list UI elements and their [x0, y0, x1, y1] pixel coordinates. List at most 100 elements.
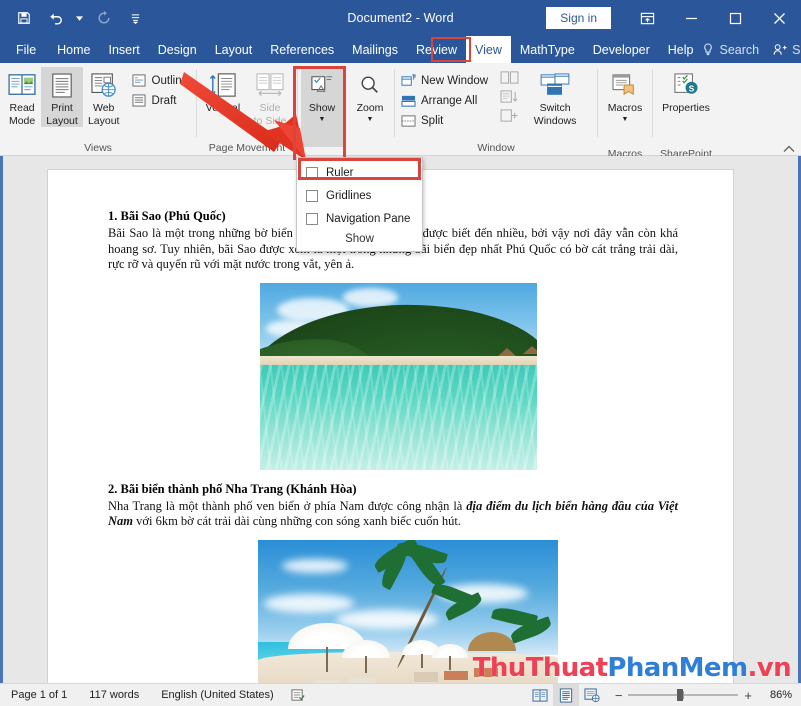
share-label: Share: [792, 42, 801, 57]
tab-view[interactable]: View: [466, 36, 511, 63]
macros-caret-icon[interactable]: ▼: [622, 116, 629, 124]
sign-in-button[interactable]: Sign in: [546, 7, 611, 29]
close-icon[interactable]: [757, 0, 801, 36]
read-mode-icon: [8, 70, 36, 100]
read-mode-button[interactable]: Read Mode: [3, 67, 41, 127]
ruler-checkbox[interactable]: [306, 166, 318, 179]
zoom-label: Zoom: [356, 102, 384, 114]
gridlines-label: Gridlines: [326, 189, 372, 202]
search-box[interactable]: Search: [702, 43, 759, 57]
zoom-button[interactable]: Zoom ▼: [349, 67, 391, 147]
vertical-button[interactable]: Vertical: [200, 67, 246, 115]
zoom-caret-icon[interactable]: ▼: [367, 116, 374, 124]
window-view-buttons: [499, 67, 519, 124]
new-window-button[interactable]: New Window: [398, 71, 493, 90]
macros-button[interactable]: Macros ▼: [601, 67, 649, 147]
outline-button[interactable]: Outline: [129, 71, 193, 90]
print-layout-view-button[interactable]: [552, 684, 579, 706]
arrange-all-button[interactable]: Arrange All: [398, 91, 493, 110]
language-indicator[interactable]: English (United States): [150, 689, 285, 701]
dropdown-item-navigation-pane[interactable]: Navigation Pane: [297, 207, 422, 230]
maximize-icon[interactable]: [713, 0, 757, 36]
reset-window-position-icon[interactable]: [499, 107, 519, 124]
web-layout-view-button[interactable]: [579, 684, 605, 706]
properties-button[interactable]: S Properties: [656, 67, 716, 147]
page-indicator[interactable]: Page 1 of 1: [0, 689, 78, 701]
vertical-label: Vertical: [205, 102, 241, 114]
tab-help[interactable]: Help: [659, 36, 703, 63]
switch-windows-button[interactable]: Switch Windows: [527, 67, 583, 127]
tab-review[interactable]: Review: [407, 36, 466, 63]
properties-icon: S: [672, 70, 700, 100]
zoom-level-label[interactable]: 86%: [758, 689, 792, 701]
dropdown-item-gridlines[interactable]: Gridlines: [297, 184, 422, 207]
read-mode-view-button[interactable]: [527, 684, 553, 706]
chevron-up-icon[interactable]: [783, 145, 795, 153]
tab-mailings[interactable]: Mailings: [343, 36, 407, 63]
ribbon-group-show: Show ▼: [298, 63, 346, 156]
minimize-icon[interactable]: [669, 0, 713, 36]
show-button[interactable]: Show ▼: [301, 67, 343, 147]
status-bar-right: − + 86%: [527, 684, 801, 706]
view-side-by-side-icon[interactable]: [499, 69, 519, 86]
ribbon-tabs: File Home Insert Design Layout Reference…: [0, 36, 801, 63]
zoom-control: − + 86%: [615, 688, 792, 703]
tab-developer[interactable]: Developer: [584, 36, 659, 63]
draft-button[interactable]: Draft: [129, 91, 193, 110]
tab-mathtype[interactable]: MathType: [511, 36, 584, 63]
draft-icon: [131, 93, 147, 108]
proofing-status-icon[interactable]: [285, 688, 311, 702]
section-2-body-post: với 6km bờ cát trải dài cùng những con s…: [133, 514, 461, 528]
site-watermark: ThuThuatPhanMem.vn: [473, 655, 792, 681]
read-mode-label-1: Read: [9, 102, 35, 114]
ribbon-options-icon[interactable]: [625, 0, 669, 36]
synchronous-scrolling-icon[interactable]: [499, 88, 519, 105]
print-layout-label-1: Print: [51, 102, 73, 114]
switch-windows-label-1: Switch: [539, 102, 571, 114]
search-icon: [702, 43, 714, 56]
outline-label: Outline: [151, 74, 188, 87]
word-count[interactable]: 117 words: [78, 689, 150, 701]
tab-layout[interactable]: Layout: [206, 36, 262, 63]
zoom-out-button[interactable]: −: [615, 688, 623, 703]
section-2-body-pre: Nha Trang là một thành phố ven biển ở ph…: [108, 498, 467, 513]
ruler-label: Ruler: [326, 166, 354, 179]
dropdown-item-ruler[interactable]: Ruler: [297, 161, 422, 184]
ribbon-group-sharepoint: S Properties SharePoint: [653, 63, 719, 160]
window-small-buttons: New Window Arrange All Split: [398, 67, 493, 130]
navigation-pane-checkbox[interactable]: [306, 212, 318, 225]
window-controls: Sign in: [546, 0, 801, 36]
show-caret-icon[interactable]: ▼: [319, 116, 326, 124]
photo2-lounge-chair: [414, 672, 438, 682]
section-2-heading: 2. Bãi biển thành phố Nha Trang (Khánh H…: [108, 481, 357, 496]
tab-home[interactable]: Home: [48, 36, 99, 63]
tab-references[interactable]: References: [261, 36, 343, 63]
print-layout-button[interactable]: Print Layout: [41, 67, 83, 127]
web-layout-button[interactable]: Web Layout: [83, 67, 125, 127]
tab-design[interactable]: Design: [149, 36, 206, 63]
read-mode-label-2: Mode: [8, 114, 36, 127]
ribbon-group-page-movement: Vertical Side to Side Page Movement: [197, 63, 297, 156]
status-bar: Page 1 of 1 117 words English (United St…: [0, 683, 801, 706]
web-layout-label-1: Web: [93, 102, 115, 114]
page-movement-group-label: Page Movement: [208, 142, 286, 154]
web-layout-label-2: Layout: [87, 114, 120, 127]
share-button[interactable]: Share: [773, 43, 801, 57]
side-to-side-icon: [255, 70, 285, 100]
vertical-scroll-icon: [208, 70, 238, 100]
photo1-cloud: [343, 288, 399, 307]
new-window-label: New Window: [421, 74, 489, 87]
left-edge-accent: [0, 156, 3, 683]
tab-insert[interactable]: Insert: [100, 36, 149, 63]
tab-file[interactable]: File: [0, 36, 48, 63]
gridlines-checkbox[interactable]: [306, 189, 318, 202]
photo1-hut: [523, 346, 537, 355]
switch-windows-icon: [540, 70, 570, 100]
zoom-slider[interactable]: [628, 689, 739, 701]
bai-sao-beach-photo[interactable]: [260, 282, 537, 471]
split-icon: [400, 113, 416, 128]
zoom-slider-thumb[interactable]: [677, 689, 684, 701]
zoom-in-button[interactable]: +: [744, 688, 752, 703]
split-button[interactable]: Split: [398, 111, 493, 130]
share-person-icon: [773, 43, 787, 56]
